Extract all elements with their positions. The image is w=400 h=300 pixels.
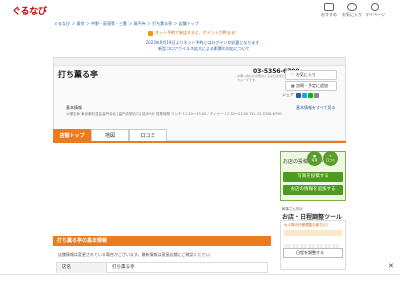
campaign-notice[interactable]: ネット予約で来店すると、ポイントが貯まる！ (148, 30, 239, 36)
tab-map[interactable]: 地図 (91, 129, 129, 141)
heart-icon (347, 3, 357, 11)
shop-name: 打ち薫る亭 (58, 70, 98, 79)
visit-button[interactable]: ▦ 訪問・予定に追加 (285, 81, 337, 91)
login-notice-link[interactable]: 2023年9月19日よりネット予約にはログインが必要になります (145, 40, 260, 45)
photo-circle-label: 写真 (311, 158, 318, 162)
table-row-value: 打ち薫る亭 (112, 265, 135, 270)
campaign-notice-text: ネット予約で来店すると、ポイントが貯まる！ (155, 30, 239, 35)
tool-subtitle: 大人数の日程調整も楽ちん♪ (284, 223, 329, 227)
nav-mypage[interactable]: マイページ (364, 3, 386, 18)
basic-info-label: 基本情報 (66, 105, 82, 110)
review-circle-label: 口コミ (325, 158, 335, 162)
breadcrumb[interactable]: ぐるなび ＞ 東京 ＞ 中野・荻窪等・三鷹 ＞ 高円寺 ＞ 打ち薫る亭 ＞ 店舗… (54, 21, 199, 26)
user-icon (371, 3, 379, 11)
link-icon[interactable] (314, 92, 320, 98)
recommend-icon (324, 3, 334, 11)
nav-recommend-label: おすすめ (321, 12, 337, 17)
facebook-icon[interactable] (296, 92, 302, 98)
favorite-button[interactable]: ♡ お気に入り (285, 70, 337, 80)
campaign-badge-icon (148, 30, 153, 36)
basic-info-more-link[interactable]: 基本情報をすべて見る (296, 105, 336, 110)
photo-circle: ■ 写真 (307, 151, 322, 166)
review-circle: ✎ 口コミ (323, 151, 338, 166)
add-info-button[interactable]: お店の情報を追加する (283, 185, 343, 195)
table-row-label: 店名 (57, 263, 107, 273)
nav-favorites-label: お気に入り (342, 12, 362, 17)
basic-info-note: 店舗情報は変更されている場合がございます。最新情報は直接店舗にご確認ください。 (58, 252, 214, 257)
nav-favorites[interactable]: お気に入り (341, 3, 363, 18)
info-table: 店名 打ち薫る亭 (56, 262, 268, 273)
share-row: シェア (282, 92, 320, 98)
tab-underline (53, 141, 346, 143)
schedule-button[interactable]: 日程を調整する (283, 248, 343, 258)
basic-info-text: 火曜定休 東京都杉並区高円寺北 [高円寺駅北口] 徒歩3分 営業時間 ランチ 1… (66, 112, 282, 116)
calendar-header (284, 230, 342, 236)
share-label: シェア (282, 92, 294, 97)
nav-mypage-label: マイページ (365, 12, 385, 17)
gurunavi-logo[interactable]: ぐるなび (12, 4, 47, 17)
nav-recommend[interactable]: おすすめ (318, 3, 340, 18)
favorite-button-label: お気に入り (295, 72, 316, 77)
bottom-ad-bar (0, 274, 400, 300)
calendar-grid (284, 237, 342, 252)
twitter-icon[interactable] (302, 92, 308, 98)
post-photo-button[interactable]: 写真を投稿する (283, 172, 343, 182)
covid-notice-link[interactable]: 新型コロナウイルス拡大による影響の対応について (158, 46, 250, 51)
line-icon[interactable] (308, 92, 314, 98)
close-icon[interactable]: ✕ (388, 262, 394, 270)
shop-header-topbar (54, 58, 345, 66)
visit-button-label: 訪問・予定に追加 (296, 83, 329, 88)
tab-reviews[interactable]: 口コミ (129, 129, 167, 141)
basic-info-heading: 打ち薫る亭の基本情報 (53, 236, 271, 246)
tab-shop-top[interactable]: 店舗トップ (53, 129, 91, 141)
